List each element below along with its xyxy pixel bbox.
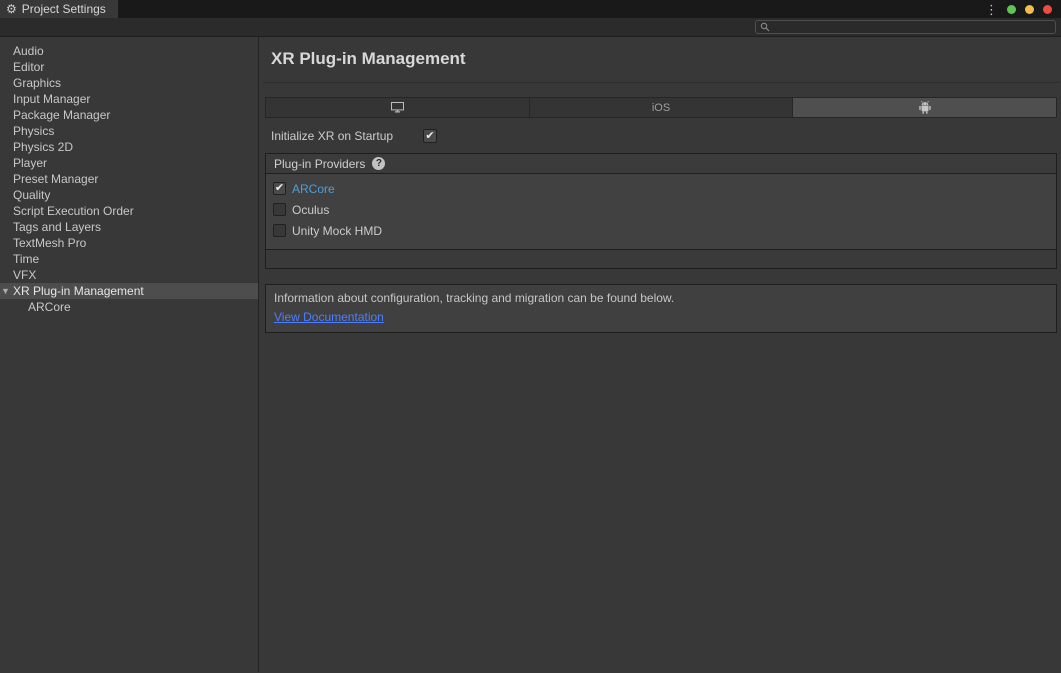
sidebar-item-script-execution-order[interactable]: Script Execution Order bbox=[0, 203, 258, 219]
desktop-icon bbox=[391, 102, 404, 113]
provider-label: ARCore bbox=[292, 182, 335, 196]
project-settings-tab[interactable]: ⚙ Project Settings bbox=[0, 0, 118, 18]
provider-row: ✔ ARCore bbox=[266, 178, 1056, 199]
provider-checkbox[interactable]: ✔ bbox=[273, 182, 286, 195]
sidebar-item-xr-plug-in-management[interactable]: ▼XR Plug-in Management bbox=[0, 283, 258, 299]
main-panel: XR Plug-in Management iOS bbox=[259, 37, 1061, 672]
sidebar-item-label: Quality bbox=[13, 188, 50, 202]
settings-sidebar: Audio Editor Graphics Input Manager Package … bbox=[0, 37, 259, 672]
toolbar bbox=[0, 18, 1061, 37]
provider-label: Unity Mock HMD bbox=[292, 224, 382, 238]
sidebar-item-graphics[interactable]: Graphics bbox=[0, 75, 258, 91]
sidebar-item-label: Package Manager bbox=[13, 108, 110, 122]
sidebar-list: Audio Editor Graphics Input Manager Package … bbox=[0, 43, 258, 315]
tab-android[interactable] bbox=[793, 98, 1056, 117]
provider-list: ✔ ARCore Oculus Unity Mock HMD bbox=[266, 174, 1056, 249]
search-input[interactable] bbox=[774, 21, 1051, 33]
initialize-xr-checkbox[interactable]: ✔ bbox=[423, 129, 437, 143]
tab-desktop[interactable] bbox=[266, 98, 530, 117]
sidebar-item-quality[interactable]: Quality bbox=[0, 187, 258, 203]
gear-icon: ⚙ bbox=[6, 3, 17, 15]
window-dot-green[interactable] bbox=[1007, 5, 1016, 14]
sidebar-item-label: Input Manager bbox=[13, 92, 90, 106]
sidebar-item-vfx[interactable]: VFX bbox=[0, 267, 258, 283]
sidebar-item-input-manager[interactable]: Input Manager bbox=[0, 91, 258, 107]
sidebar-item-label: Preset Manager bbox=[13, 172, 98, 186]
sidebar-item-label: VFX bbox=[13, 268, 36, 282]
provider-row: Unity Mock HMD bbox=[266, 220, 1056, 241]
sidebar-item-label: Physics bbox=[13, 124, 54, 138]
initialize-xr-row: Initialize XR on Startup ✔ bbox=[271, 129, 1059, 143]
plugin-providers-title: Plug-in Providers bbox=[274, 157, 365, 171]
platform-tab-bar: iOS bbox=[265, 97, 1057, 118]
page-title: XR Plug-in Management bbox=[271, 49, 1059, 69]
sidebar-item-label: Script Execution Order bbox=[13, 204, 134, 218]
provider-checkbox[interactable] bbox=[273, 203, 286, 216]
provider-label: Oculus bbox=[292, 203, 329, 217]
search-icon bbox=[760, 22, 770, 32]
provider-checkbox[interactable] bbox=[273, 224, 286, 237]
tab-ios[interactable]: iOS bbox=[530, 98, 794, 117]
content-area: Audio Editor Graphics Input Manager Package … bbox=[0, 37, 1061, 672]
window-tab-title: Project Settings bbox=[22, 2, 106, 16]
sidebar-item-audio[interactable]: Audio bbox=[0, 43, 258, 59]
tab-ios-label: iOS bbox=[652, 102, 670, 114]
sidebar-item-tags-and-layers[interactable]: Tags and Layers bbox=[0, 219, 258, 235]
providers-footer bbox=[266, 249, 1056, 268]
window-dot-yellow[interactable] bbox=[1025, 5, 1034, 14]
sidebar-item-label: Physics 2D bbox=[13, 140, 73, 154]
window-dot-red[interactable] bbox=[1043, 5, 1052, 14]
provider-row: Oculus bbox=[266, 199, 1056, 220]
info-text: Information about configuration, trackin… bbox=[274, 291, 1048, 305]
android-icon bbox=[919, 101, 931, 114]
sidebar-item-label: ARCore bbox=[28, 300, 71, 314]
sidebar-item-preset-manager[interactable]: Preset Manager bbox=[0, 171, 258, 187]
window-controls: ⋮ bbox=[985, 0, 1061, 18]
plugin-providers-header: Plug-in Providers ? bbox=[266, 154, 1056, 174]
sidebar-item-label: Player bbox=[13, 156, 47, 170]
sidebar-item-editor[interactable]: Editor bbox=[0, 59, 258, 75]
sidebar-item-label: Tags and Layers bbox=[13, 220, 101, 234]
sidebar-item-label: Audio bbox=[13, 44, 44, 58]
sidebar-item-player[interactable]: Player bbox=[0, 155, 258, 171]
sidebar-item-time[interactable]: Time bbox=[0, 251, 258, 267]
info-box: Information about configuration, trackin… bbox=[265, 284, 1057, 333]
sidebar-item-label: TextMesh Pro bbox=[13, 236, 86, 250]
sidebar-item-physics-2d[interactable]: Physics 2D bbox=[0, 139, 258, 155]
initialize-xr-label: Initialize XR on Startup bbox=[271, 129, 423, 143]
sidebar-item-label: XR Plug-in Management bbox=[13, 284, 144, 298]
sidebar-item-label: Time bbox=[13, 252, 39, 266]
sidebar-item-package-manager[interactable]: Package Manager bbox=[0, 107, 258, 123]
search-field[interactable] bbox=[755, 20, 1056, 34]
help-icon[interactable]: ? bbox=[372, 157, 385, 170]
more-options-icon[interactable]: ⋮ bbox=[985, 3, 998, 16]
sidebar-item-physics[interactable]: Physics bbox=[0, 123, 258, 139]
sidebar-item-arcore[interactable]: ARCore bbox=[0, 299, 258, 315]
sidebar-item-label: Graphics bbox=[13, 76, 61, 90]
page-header: XR Plug-in Management bbox=[263, 37, 1059, 83]
disclosure-triangle-icon[interactable]: ▼ bbox=[1, 283, 10, 299]
sidebar-item-textmesh-pro[interactable]: TextMesh Pro bbox=[0, 235, 258, 251]
sidebar-item-label: Editor bbox=[13, 60, 44, 74]
plugin-providers-box: Plug-in Providers ? ✔ ARCore Oculus Unity M… bbox=[265, 153, 1057, 269]
view-documentation-link[interactable]: View Documentation bbox=[274, 310, 384, 324]
project-settings-window: ⚙ Project Settings ⋮ Audio Editor Graphics… bbox=[0, 0, 1061, 672]
window-tab-strip: ⚙ Project Settings ⋮ bbox=[0, 0, 1061, 18]
